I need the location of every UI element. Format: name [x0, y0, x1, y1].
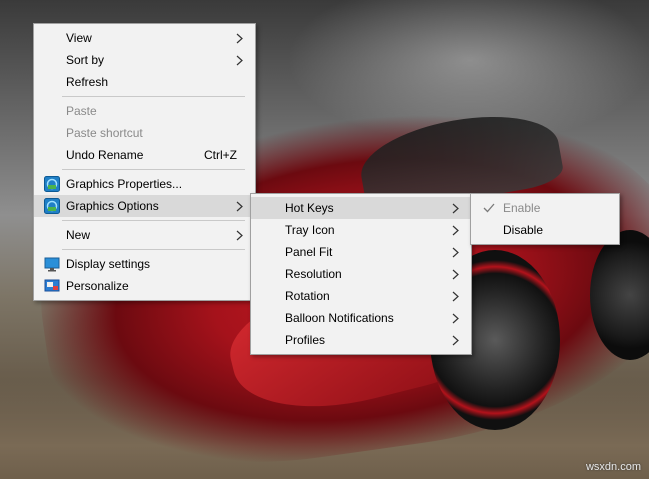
- menu-item-label: Profiles: [285, 333, 326, 347]
- menu-item-view[interactable]: View: [34, 27, 255, 49]
- menu-item-sort-by[interactable]: Sort by: [34, 49, 255, 71]
- menu-item-hot-keys[interactable]: Hot Keys: [251, 197, 471, 219]
- display-icon: [44, 256, 60, 272]
- menu-item-label: Graphics Options: [66, 199, 159, 213]
- menu-item-paste-shortcut[interactable]: Paste shortcut: [34, 122, 255, 144]
- menu-item-label: Resolution: [285, 267, 342, 281]
- menu-item-enable[interactable]: Enable: [471, 197, 619, 219]
- menu-separator: [62, 169, 245, 170]
- chevron-right-icon: [451, 307, 461, 329]
- menu-item-rotation[interactable]: Rotation: [251, 285, 471, 307]
- menu-item-label: View: [66, 31, 92, 45]
- menu-item-label: Hot Keys: [285, 201, 334, 215]
- chevron-right-icon: [235, 49, 245, 71]
- chevron-right-icon: [235, 224, 245, 246]
- chevron-right-icon: [235, 195, 245, 217]
- menu-item-resolution[interactable]: Resolution: [251, 263, 471, 285]
- personalize-icon: [44, 278, 60, 294]
- desktop-context-menu: View Sort by Refresh Paste Paste shortcu…: [33, 23, 256, 301]
- menu-item-label: Display settings: [66, 257, 151, 271]
- menu-item-refresh[interactable]: Refresh: [34, 71, 255, 93]
- intel-graphics-icon: [44, 176, 60, 192]
- menu-separator: [62, 220, 245, 221]
- intel-graphics-icon: [44, 198, 60, 214]
- menu-item-undo-rename[interactable]: Undo Rename Ctrl+Z: [34, 144, 255, 166]
- menu-item-panel-fit[interactable]: Panel Fit: [251, 241, 471, 263]
- menu-item-personalize[interactable]: Personalize: [34, 275, 255, 297]
- menu-item-label: Enable: [503, 201, 541, 215]
- graphics-options-submenu: Hot Keys Tray Icon Panel Fit Resolution …: [250, 193, 472, 355]
- menu-item-label: Paste: [66, 104, 97, 118]
- menu-item-label: Tray Icon: [285, 223, 335, 237]
- chevron-right-icon: [235, 27, 245, 49]
- menu-item-new[interactable]: New: [34, 224, 255, 246]
- menu-item-balloon-notifications[interactable]: Balloon Notifications: [251, 307, 471, 329]
- menu-item-label: Undo Rename: [66, 148, 144, 162]
- menu-item-display-settings[interactable]: Display settings: [34, 253, 255, 275]
- menu-item-label: Panel Fit: [285, 245, 333, 259]
- menu-item-graphics-properties[interactable]: Graphics Properties...: [34, 173, 255, 195]
- menu-separator: [62, 249, 245, 250]
- chevron-right-icon: [451, 219, 461, 241]
- menu-item-paste[interactable]: Paste: [34, 100, 255, 122]
- chevron-right-icon: [451, 241, 461, 263]
- menu-item-label: Paste shortcut: [66, 126, 143, 140]
- chevron-right-icon: [451, 329, 461, 351]
- chevron-right-icon: [451, 197, 461, 219]
- chevron-right-icon: [451, 263, 461, 285]
- menu-item-label: Rotation: [285, 289, 330, 303]
- menu-item-label: Balloon Notifications: [285, 311, 394, 325]
- menu-item-profiles[interactable]: Profiles: [251, 329, 471, 351]
- menu-item-tray-icon[interactable]: Tray Icon: [251, 219, 471, 241]
- menu-item-label: Disable: [503, 223, 544, 237]
- menu-item-label: New: [66, 228, 91, 242]
- menu-item-shortcut: Ctrl+Z: [204, 148, 237, 162]
- menu-item-label: Graphics Properties...: [66, 177, 183, 191]
- menu-item-label: Sort by: [66, 53, 105, 67]
- menu-separator: [62, 96, 245, 97]
- menu-item-disable[interactable]: Disable: [471, 219, 619, 241]
- chevron-right-icon: [451, 285, 461, 307]
- watermark-text: wsxdn.com: [585, 461, 641, 473]
- hot-keys-submenu: Enable Disable: [470, 193, 620, 245]
- menu-item-label: Personalize: [66, 279, 129, 293]
- menu-item-graphics-options[interactable]: Graphics Options: [34, 195, 255, 217]
- menu-item-label: Refresh: [66, 75, 109, 89]
